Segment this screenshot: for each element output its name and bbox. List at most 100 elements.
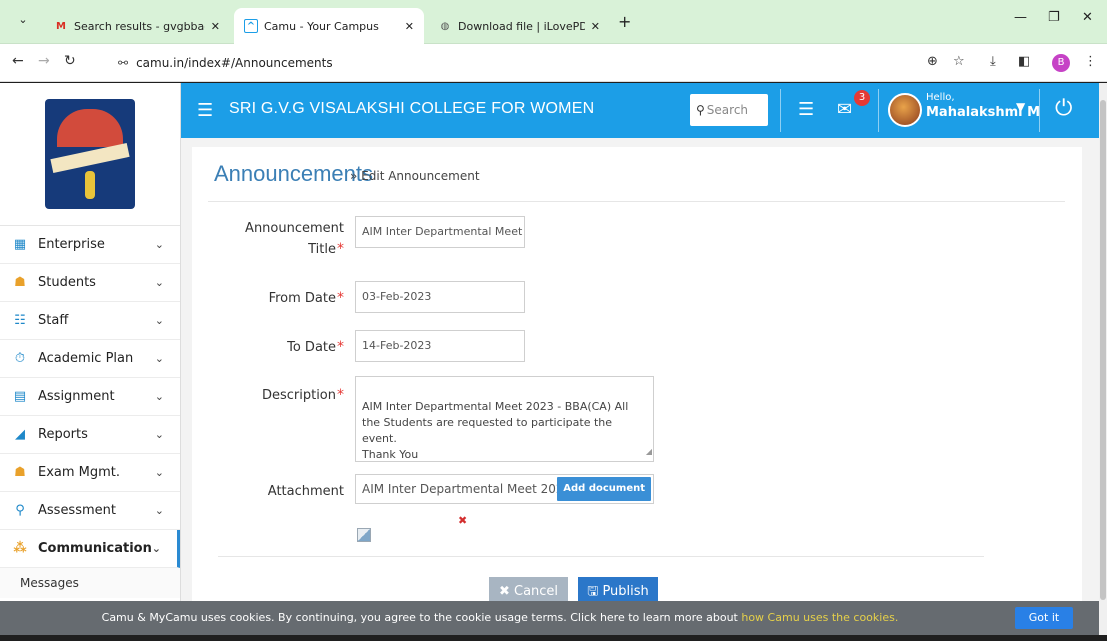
description-text: AIM Inter Departmental Meet 2023 - BBA(C… xyxy=(362,400,629,461)
sidebar-item-communication[interactable]: ⁂ Communication ⌄ xyxy=(0,530,180,568)
sidebar-item-staff[interactable]: ☷ Staff ⌄ xyxy=(0,302,180,340)
browser-tab-bar: ⌄ M Search results - gvgbbaca@gvg ✕ ^ Ca… xyxy=(0,0,1107,44)
sidebar-item-label: Exam Mgmt. xyxy=(38,465,121,480)
sidebar-item-students[interactable]: ☗ Students ⌄ xyxy=(0,264,180,302)
user-avatar[interactable] xyxy=(888,93,922,127)
back-arrow-icon[interactable]: ← xyxy=(12,53,24,69)
logo-area xyxy=(0,83,180,226)
forward-arrow-icon[interactable]: → xyxy=(38,53,50,69)
new-tab-plus-icon[interactable]: + xyxy=(618,12,631,31)
reload-icon[interactable]: ↻ xyxy=(64,53,76,69)
close-icon[interactable]: ✕ xyxy=(405,20,414,33)
header-divider xyxy=(780,89,781,132)
window-bottom-edge xyxy=(0,635,1107,641)
sidebar-item-enterprise[interactable]: ▦ Enterprise ⌄ xyxy=(0,226,180,264)
sidebar-item-label: Students xyxy=(38,275,96,290)
sidebar-item-assignment[interactable]: ▤ Assignment ⌄ xyxy=(0,378,180,416)
zoom-icon[interactable]: ⊕ xyxy=(927,54,938,69)
required-asterisk: * xyxy=(337,387,344,403)
sidebar-item-label: Assessment xyxy=(38,503,116,518)
sidebar-item-label: Enterprise xyxy=(38,237,105,252)
sidebar-item-label: Reports xyxy=(38,427,88,442)
browser-profile-avatar[interactable]: B xyxy=(1052,54,1070,72)
announcement-title-input[interactable]: AIM Inter Departmental Meet 2 xyxy=(355,216,525,248)
close-icon[interactable]: ✕ xyxy=(591,20,600,33)
chevron-down-icon: ⌄ xyxy=(154,238,164,251)
chevron-down-icon: ⌄ xyxy=(154,428,164,441)
cancel-label: Cancel xyxy=(514,584,559,599)
chart-icon: ◢ xyxy=(15,427,25,442)
description-label: Description* xyxy=(261,387,344,403)
chevron-down-icon: ⌄ xyxy=(154,352,164,365)
site-settings-icon[interactable]: ⚯ xyxy=(118,56,128,70)
sidebar-item-reports[interactable]: ◢ Reports ⌄ xyxy=(0,416,180,454)
tab-ilovepdf[interactable]: ◍ Download file | iLovePDF ✕ xyxy=(428,8,610,44)
staff-icon: ☷ xyxy=(14,313,26,328)
close-icon: ✖ xyxy=(498,584,510,599)
building-icon: ▦ xyxy=(13,237,27,252)
required-asterisk: * xyxy=(337,241,344,257)
college-name: SRI G.V.G VISALAKSHI COLLEGE FOR WOMEN xyxy=(229,100,595,117)
announcement-title-label: Announcement Title* xyxy=(245,221,344,257)
description-textarea[interactable]: AIM Inter Departmental Meet 2023 - BBA(C… xyxy=(355,376,654,462)
scrollbar-thumb[interactable] xyxy=(1100,100,1106,600)
college-logo xyxy=(45,99,135,209)
list-icon[interactable]: ☰ xyxy=(798,99,814,120)
students-icon: ☗ xyxy=(14,275,26,290)
broken-image-icon xyxy=(357,528,371,542)
bookmark-star-icon[interactable]: ☆ xyxy=(953,54,965,69)
sidebar-item-exam-mgmt[interactable]: ☗ Exam Mgmt. ⌄ xyxy=(0,454,180,492)
to-date-label: To Date* xyxy=(287,339,344,355)
tab-gmail[interactable]: M Search results - gvgbbaca@gvg ✕ xyxy=(44,8,230,44)
header-divider xyxy=(878,89,879,132)
remove-attachment-icon[interactable]: ✖ xyxy=(458,514,467,527)
cookie-policy-link[interactable]: how Camu uses the cookies. xyxy=(741,611,898,624)
attachment-field[interactable]: AIM Inter Departmental Meet 2023.pdf Add… xyxy=(355,474,654,504)
tab-search-chevron-icon[interactable]: ⌄ xyxy=(12,9,34,31)
chevron-down-icon: ⌄ xyxy=(154,276,164,289)
publish-label: Publish xyxy=(602,584,649,599)
download-icon[interactable]: ⤓ xyxy=(990,54,996,69)
sidebar-item-academic-plan[interactable]: ⏱ Academic Plan ⌄ xyxy=(0,340,180,378)
sidebar-item-label: Assignment xyxy=(38,389,115,404)
divider xyxy=(218,556,984,557)
add-document-button[interactable]: Add document xyxy=(557,477,651,501)
sidebar-item-assessment[interactable]: ⚲ Assessment ⌄ xyxy=(0,492,180,530)
header-divider xyxy=(1039,89,1040,132)
browser-menu-icon[interactable]: ⋮ xyxy=(1084,54,1097,69)
chevron-down-icon: ⌄ xyxy=(154,390,164,403)
address-bar[interactable]: ⚯ camu.in/index#/Announcements xyxy=(110,51,990,75)
window-close-icon[interactable]: ✕ xyxy=(1082,10,1093,25)
camu-icon: ^ xyxy=(244,19,258,33)
to-date-input[interactable]: 14-Feb-2023 xyxy=(355,330,525,362)
tab-title: Download file | iLovePDF xyxy=(458,19,585,33)
got-it-button[interactable]: Got it xyxy=(1015,607,1073,629)
caret-down-icon[interactable]: ▼ xyxy=(1016,100,1025,114)
minimize-icon[interactable]: — xyxy=(1014,10,1027,25)
browser-toolbar: ← → ↻ ⚯ camu.in/index#/Announcements ⊕ ☆ … xyxy=(0,44,1107,82)
url-text: camu.in/index#/Announcements xyxy=(136,56,333,70)
breadcrumb: » Edit Announcement xyxy=(350,169,480,183)
close-icon[interactable]: ✕ xyxy=(211,20,220,33)
sidebar-subitem-messages[interactable]: Messages xyxy=(0,568,180,598)
mail-icon[interactable]: ✉ xyxy=(837,99,852,120)
side-panel-icon[interactable]: ◧ xyxy=(1018,54,1030,69)
required-asterisk: * xyxy=(337,290,344,306)
tab-title: Camu - Your Campus xyxy=(264,19,379,33)
exam-icon: ☗ xyxy=(14,465,26,480)
notification-badge: 3 xyxy=(854,90,870,106)
sidebar-nav: ▦ Enterprise ⌄ ☗ Students ⌄ ☷ Staff ⌄ ⏱ … xyxy=(0,226,180,598)
from-date-input[interactable]: 03-Feb-2023 xyxy=(355,281,525,313)
tab-camu[interactable]: ^ Camu - Your Campus ✕ xyxy=(234,8,424,44)
cookie-banner: Camu & MyCamu uses cookies. By continuin… xyxy=(0,601,1099,635)
power-icon[interactable]: ⏻ xyxy=(1055,96,1072,121)
restore-icon[interactable]: ❐ xyxy=(1048,10,1060,25)
sidebar-subitem-label: Messages xyxy=(20,576,79,590)
from-date-label: From Date* xyxy=(268,290,344,306)
hamburger-menu-icon[interactable]: ☰ xyxy=(197,100,213,121)
save-disk-icon: 🖫 xyxy=(587,584,599,599)
resize-handle-icon[interactable]: ◢ xyxy=(646,444,652,460)
header-search-input[interactable]: ⚲ Search xyxy=(690,94,768,126)
divider xyxy=(208,201,1065,202)
search-icon: ⚲ xyxy=(15,503,25,518)
